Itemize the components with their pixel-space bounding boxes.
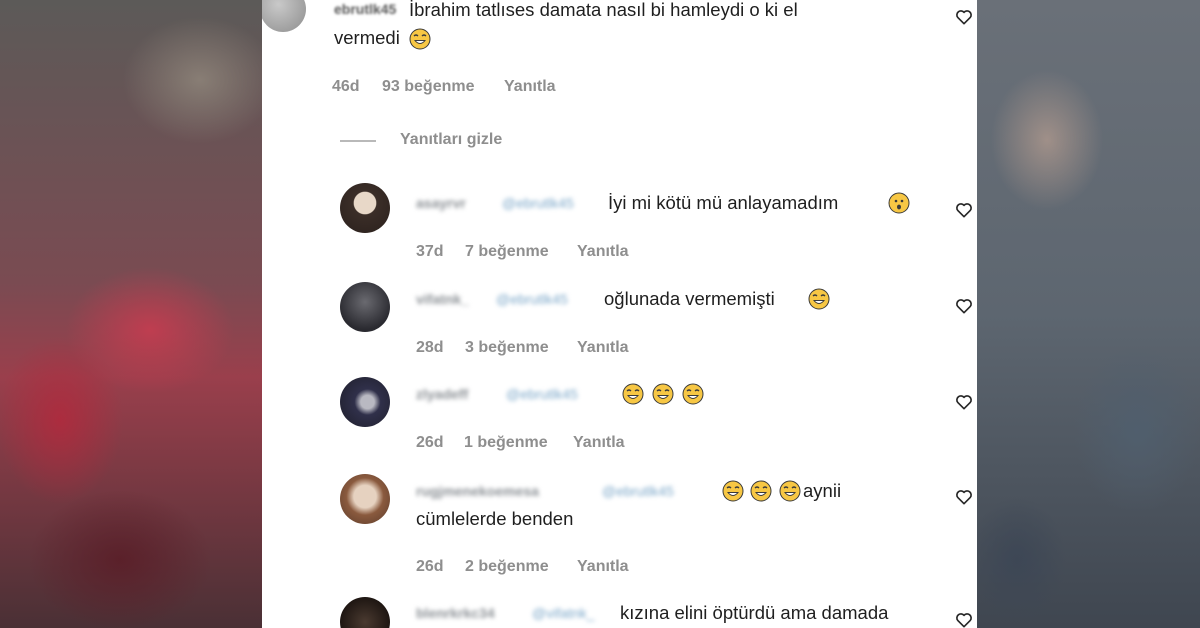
reply-age: 28d [416, 339, 444, 356]
reply-button[interactable]: Yanıtla [573, 434, 625, 452]
avatar[interactable] [262, 0, 306, 32]
reply-likes[interactable]: 2 beğenme [465, 558, 549, 576]
avatar[interactable] [340, 377, 390, 427]
avatar[interactable] [340, 597, 390, 628]
comments-panel: ebrutlk45 İbrahim tatlıses damata nasıl … [262, 0, 977, 628]
comment-text: İbrahim tatlıses damata nasıl bi hamleyd… [409, 0, 798, 20]
background-blur-right [977, 0, 1200, 628]
reply-text: aynii [803, 480, 842, 501]
reply-button[interactable]: Yanıtla [504, 78, 556, 96]
comment-age: 46d [332, 78, 360, 95]
comment-username[interactable]: ebrutlk45 [334, 2, 396, 16]
like-heart-icon[interactable] [954, 487, 974, 507]
reply-button[interactable]: Yanıtla [577, 558, 629, 576]
reply-mention[interactable]: @ebrutlk45 [506, 387, 578, 401]
reply-mention[interactable]: @vifatnk_ [532, 606, 594, 620]
like-heart-icon[interactable] [954, 392, 974, 412]
reply-text-line2: cümlelerde benden [416, 508, 574, 529]
background-blur-left [0, 0, 262, 628]
like-heart-icon[interactable] [954, 200, 974, 220]
reply-text: İyi mi kötü mü anlayamadım [608, 192, 839, 213]
laughing-emoji-icon [409, 28, 431, 50]
reply-text: oğlunada vermemişti [604, 288, 775, 309]
comment-likes[interactable]: 93 beğenme [382, 78, 474, 96]
hide-replies-button[interactable]: Yanıtları gizle [400, 131, 502, 149]
reply-text: kızına elini öptürdü ama damada [620, 602, 889, 623]
reply-username[interactable]: zlyadeff [416, 387, 468, 401]
reply-likes[interactable]: 7 beğenme [465, 243, 549, 261]
shocked-emoji-icon [888, 192, 910, 214]
reply-mention[interactable]: @ebrutlk45 [502, 196, 574, 210]
laughing-emoji-icon [779, 480, 801, 502]
avatar[interactable] [340, 474, 390, 524]
reply-username[interactable]: rugjmenekoemesa [416, 484, 539, 498]
divider-line [340, 140, 376, 142]
reply-username[interactable]: asayrvr [416, 196, 466, 210]
laughing-emoji-icon [652, 383, 674, 405]
reply-likes[interactable]: 3 beğenme [465, 339, 549, 357]
like-heart-icon[interactable] [954, 296, 974, 316]
reply-mention[interactable]: @ebrutlk45 [496, 292, 568, 306]
laughing-emoji-icon [750, 480, 772, 502]
reply-likes[interactable]: 1 beğenme [464, 434, 548, 452]
reply-age: 37d [416, 243, 444, 260]
reply-age: 26d [416, 558, 444, 575]
reply-mention[interactable]: @ebrutlk45 [602, 484, 674, 498]
laughing-emoji-icon [622, 383, 644, 405]
comment-text-line2: vermedi [334, 27, 400, 48]
laughing-emoji-icon [808, 288, 830, 310]
reply-age: 26d [416, 434, 444, 451]
reply-username[interactable]: vifatnk_ [416, 292, 469, 306]
laughing-emoji-icon [682, 383, 704, 405]
reply-username[interactable]: blenrkrkc34 [416, 606, 495, 620]
avatar[interactable] [340, 282, 390, 332]
reply-button[interactable]: Yanıtla [577, 243, 629, 261]
like-heart-icon[interactable] [954, 610, 974, 628]
reply-button[interactable]: Yanıtla [577, 339, 629, 357]
like-heart-icon[interactable] [954, 7, 974, 27]
avatar[interactable] [340, 183, 390, 233]
laughing-emoji-icon [722, 480, 744, 502]
